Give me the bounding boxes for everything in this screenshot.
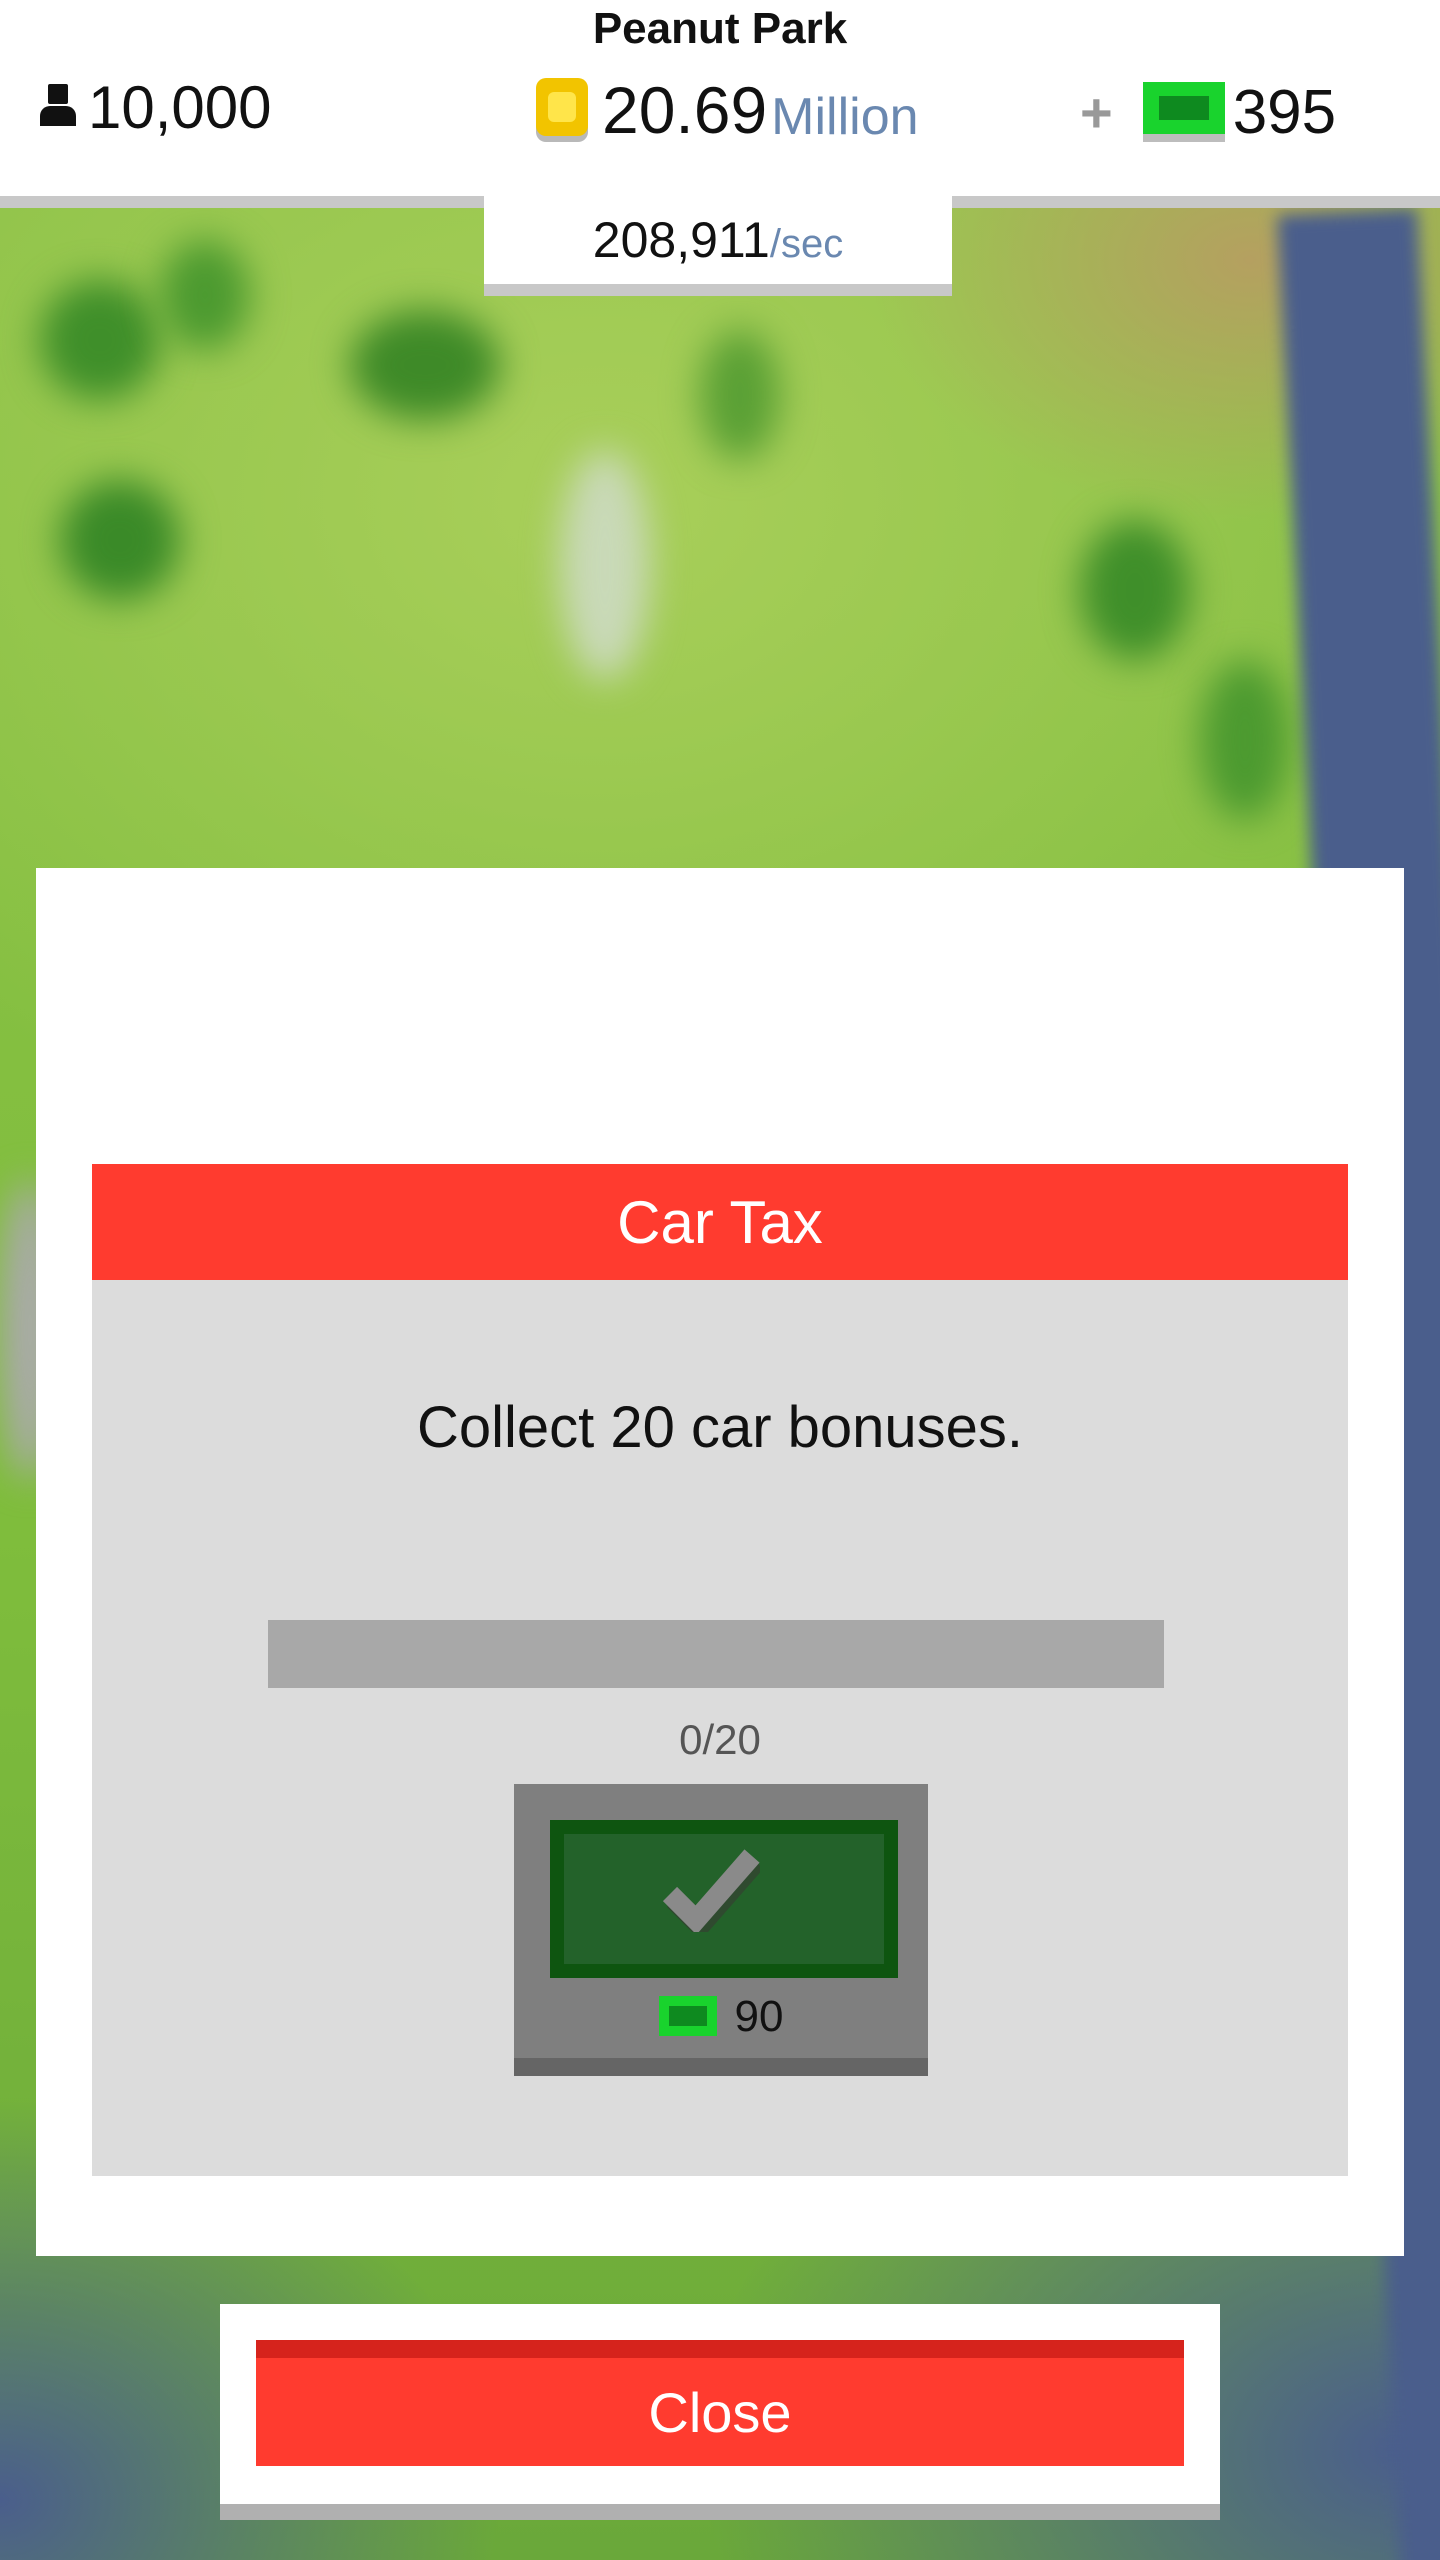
gem-icon bbox=[658, 1996, 717, 2038]
quest-description: Collect 20 car bonuses. bbox=[416, 1395, 1024, 1460]
check-icon bbox=[662, 1849, 760, 1932]
income-rate-unit: /sec bbox=[769, 221, 844, 266]
income-rate-tab: 208,911 /sec bbox=[484, 196, 952, 296]
quest-panel: Car Tax Collect 20 car bonuses. 0/20 90 bbox=[92, 1164, 1348, 2176]
claim-check-box bbox=[550, 1820, 898, 1978]
population-value: 10,000 bbox=[88, 73, 272, 141]
money-counter: 20.69 Million bbox=[536, 70, 919, 150]
person-icon bbox=[36, 84, 80, 130]
coin-icon bbox=[536, 78, 592, 142]
claim-reward-button[interactable]: 90 bbox=[514, 1784, 928, 2076]
gem-value: 395 bbox=[1232, 77, 1337, 147]
quest-header: Car Tax bbox=[92, 1164, 1348, 1280]
income-rate-value: 208,911 bbox=[592, 212, 770, 268]
claim-reward-value: 90 bbox=[734, 1992, 784, 2041]
population-counter: 10,000 bbox=[36, 72, 272, 142]
money-value: 20.69 bbox=[602, 73, 768, 147]
quest-title: Car Tax bbox=[617, 1188, 823, 1256]
gem-icon bbox=[1142, 82, 1225, 142]
plus-icon[interactable]: + bbox=[1080, 80, 1113, 145]
close-button-frame: Close bbox=[220, 2304, 1220, 2520]
gem-counter[interactable]: + 395 bbox=[1080, 72, 1336, 152]
top-hud: Peanut Park 10,000 20.69 Million + 395 bbox=[0, 0, 1440, 208]
money-unit: Million bbox=[771, 88, 919, 146]
close-button-label: Close bbox=[648, 2380, 792, 2444]
claim-reward: 90 bbox=[514, 1990, 928, 2044]
park-name: Peanut Park bbox=[592, 4, 848, 53]
quest-progress-bar bbox=[268, 1620, 1164, 1688]
close-button[interactable]: Close bbox=[256, 2340, 1184, 2466]
quest-progress-text: 0/20 bbox=[679, 1716, 761, 1763]
quest-dialog: Car Tax Collect 20 car bonuses. 0/20 90 bbox=[36, 868, 1404, 2256]
